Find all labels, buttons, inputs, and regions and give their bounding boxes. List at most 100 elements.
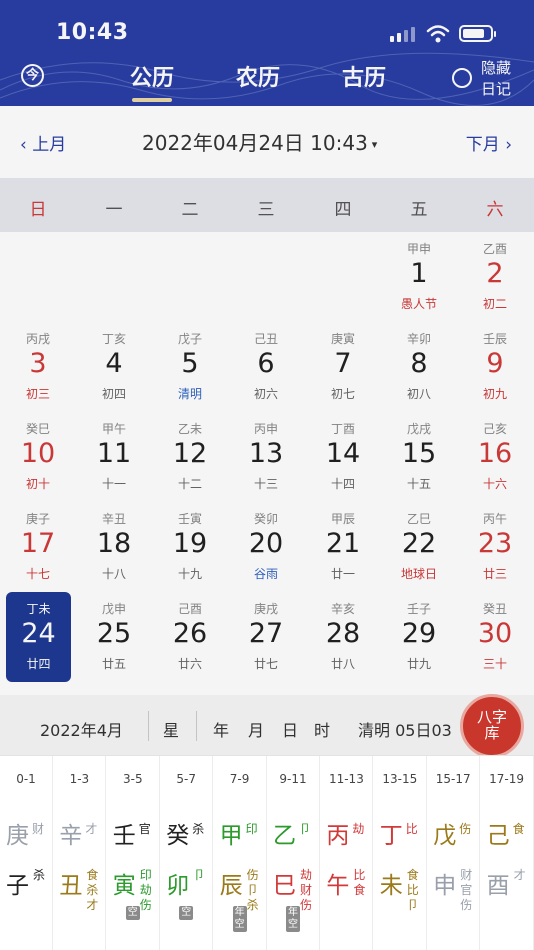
calendar-day[interactable]: 乙未 12 十二 xyxy=(152,412,228,502)
day-number: 8 xyxy=(410,348,428,379)
calendar-day-selected[interactable]: 丁未 24 廿四 xyxy=(6,592,71,682)
calendar-day[interactable]: 戊子 5 清明 xyxy=(152,322,228,412)
calendar-day[interactable]: 辛卯 8 初八 xyxy=(381,322,457,412)
day-lunar: 初六 xyxy=(253,387,278,401)
hour-stem: 甲 xyxy=(219,823,243,849)
today-icon[interactable]: 今 xyxy=(21,64,44,87)
day-ganzhi: 庚寅 xyxy=(330,332,355,346)
tab-lunar[interactable]: 农历 xyxy=(236,60,280,92)
hour-column[interactable]: 0-1 庚财子杀 xyxy=(0,756,53,950)
calendar-day[interactable]: 辛丑 18 十八 xyxy=(76,502,152,592)
calendar-day[interactable]: 甲辰 21 廿一 xyxy=(305,502,381,592)
day-lunar: 初八 xyxy=(406,387,431,401)
calendar-day[interactable]: 壬辰 9 初九 xyxy=(457,322,533,412)
hour-column[interactable]: 17-19 己食酉才 xyxy=(481,756,534,950)
hour-branch-gods: 卩 xyxy=(193,868,209,883)
summary-month-pillar: 月 xyxy=(248,721,265,740)
calendar-day[interactable]: 丁亥 4 初四 xyxy=(76,322,152,412)
day-number: 18 xyxy=(96,528,132,559)
weekday-header: 日 一 二 三 四 五 六 xyxy=(0,178,534,232)
calendar-day[interactable]: 庚寅 7 初七 xyxy=(305,322,381,412)
calendar-day[interactable]: 庚子 17 十七 xyxy=(0,502,76,592)
cellular-signal-icon xyxy=(390,27,415,42)
void-badge: 空 xyxy=(179,906,194,920)
hour-column[interactable]: 5-7 癸杀卯卩空 xyxy=(160,756,214,950)
day-ganzhi: 丁亥 xyxy=(101,332,126,346)
battery-icon xyxy=(459,25,496,42)
hour-stem-god: 劫 xyxy=(352,822,365,836)
calendar-day[interactable]: 乙巳 22 地球日 xyxy=(381,502,457,592)
calendar-day[interactable]: 戊申 25 廿五 xyxy=(76,592,152,682)
calendar-day[interactable]: 己酉 26 廿六 xyxy=(152,592,228,682)
caret-down-icon: ▾ xyxy=(371,138,378,151)
day-lunar: 廿八 xyxy=(330,657,355,671)
weekday-mon: 一 xyxy=(105,200,123,220)
calendar-day[interactable]: 丙午 23 廿三 xyxy=(457,502,533,592)
weekday-tue: 二 xyxy=(181,200,199,220)
day-ganzhi: 壬寅 xyxy=(177,512,202,526)
hour-column[interactable]: 9-11 乙卩巳劫财伤年空 xyxy=(267,756,320,950)
day-number: 30 xyxy=(477,618,513,649)
calendar-day[interactable]: 甲午 11 十一 xyxy=(76,412,152,502)
calendar-day[interactable]: 甲申 1 愚人节 xyxy=(381,232,457,322)
calendar-day[interactable]: 辛亥 28 廿八 xyxy=(305,592,381,682)
day-lunar: 初二 xyxy=(482,297,507,311)
hour-branch: 午 xyxy=(326,873,350,899)
day-lunar: 初三 xyxy=(25,387,50,401)
day-ganzhi: 乙巳 xyxy=(406,512,431,526)
next-month-button[interactable]: 下月 › xyxy=(466,130,512,155)
tab-ancient[interactable]: 古历 xyxy=(342,60,386,92)
hour-branch: 酉 xyxy=(486,873,510,899)
hour-column[interactable]: 11-13 丙劫午比食 xyxy=(320,756,374,950)
calendar-day[interactable]: 癸卯 20 谷雨 xyxy=(228,502,304,592)
day-lunar: 地球日 xyxy=(400,567,437,581)
calendar-day[interactable]: 癸巳 10 初十 xyxy=(0,412,76,502)
day-number: 29 xyxy=(401,618,437,649)
hour-stem-god: 杀 xyxy=(192,822,205,836)
date-selector[interactable]: 2022年04月24日 10:43 ▾ xyxy=(142,127,377,156)
calendar-day[interactable]: 壬寅 19 十九 xyxy=(152,502,228,592)
calendar-day[interactable]: 乙酉 2 初二 xyxy=(457,232,533,322)
calendar-day[interactable]: 戊戌 15 十五 xyxy=(381,412,457,502)
hour-branch-gods: 伤卩杀 xyxy=(247,868,263,913)
hide-diary-label[interactable]: 隐藏日记 xyxy=(481,58,515,100)
hour-range: 7-9 xyxy=(229,772,250,786)
calendar-day[interactable]: 己亥 16 十六 xyxy=(457,412,533,502)
hide-diary-toggle-icon[interactable] xyxy=(452,68,472,88)
void-badge: 空 xyxy=(125,906,140,920)
hour-column[interactable]: 7-9 甲印辰伤卩杀年空 xyxy=(214,756,267,950)
day-summary-bar: 2022年4月 星 年 月 日 时 清明 05日03 xyxy=(0,695,534,755)
day-number: 4 xyxy=(105,348,123,379)
hour-branch: 卯 xyxy=(166,873,190,899)
bazi-library-button[interactable]: 八字 库 xyxy=(460,694,524,758)
hour-stem-god: 伤 xyxy=(459,822,472,836)
calendar-day[interactable]: 己丑 6 初六 xyxy=(228,322,304,412)
hour-column[interactable]: 3-5 壬官寅印劫伤空 xyxy=(107,756,160,950)
hour-column[interactable]: 13-15 丁比未食比卩 xyxy=(374,756,427,950)
hidden-god: 财 xyxy=(300,883,313,897)
day-number: 22 xyxy=(401,528,437,559)
day-number: 9 xyxy=(486,348,504,379)
day-number: 13 xyxy=(248,438,284,469)
hidden-god: 官 xyxy=(460,883,473,897)
hour-column[interactable]: 15-17 戊伤申财官伤 xyxy=(427,756,481,950)
hour-stem-god: 食 xyxy=(512,822,525,836)
calendar-day[interactable]: 庚戌 27 廿七 xyxy=(228,592,304,682)
calendar-day[interactable]: 壬子 29 廿九 xyxy=(381,592,457,682)
day-number: 7 xyxy=(334,348,352,379)
hour-range: 5-7 xyxy=(176,772,196,786)
day-lunar: 三十 xyxy=(482,657,507,671)
calendar-day[interactable]: 丁酉 14 十四 xyxy=(305,412,381,502)
prev-month-button[interactable]: ‹ 上月 xyxy=(20,130,66,155)
day-lunar: 十八 xyxy=(101,567,126,581)
summary-xing: 星 xyxy=(163,721,180,740)
hour-range: 1-3 xyxy=(69,772,90,786)
hidden-god: 才 xyxy=(513,868,526,882)
calendar-day[interactable]: 丙申 13 十三 xyxy=(228,412,304,502)
hour-stem: 戊 xyxy=(433,823,457,849)
calendar-day[interactable]: 丙戌 3 初三 xyxy=(0,322,76,412)
tab-gregorian[interactable]: 公历 xyxy=(130,60,174,102)
day-number: 20 xyxy=(248,528,284,559)
hour-column[interactable]: 1-3 辛才丑食杀才 xyxy=(53,756,107,950)
calendar-day[interactable]: 癸丑 30 三十 xyxy=(457,592,533,682)
